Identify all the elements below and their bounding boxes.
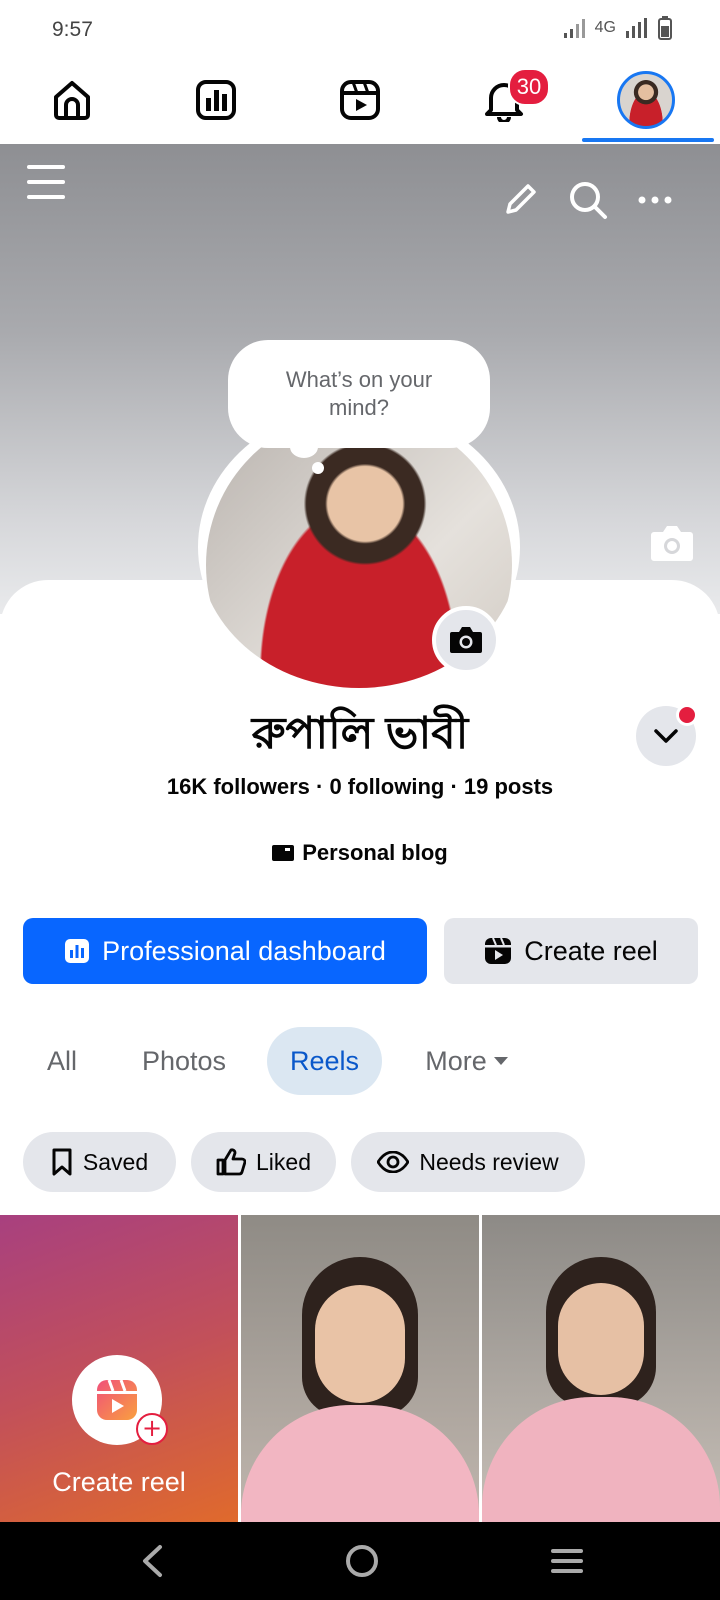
network-type: 4G: [594, 19, 616, 36]
reels-icon: [340, 80, 380, 120]
profile-avatar-small: [617, 71, 675, 129]
reel-thumbnail[interactable]: [241, 1215, 479, 1522]
recent-apps-icon: [551, 1549, 583, 1573]
thumbnail-top: [482, 1397, 720, 1522]
dashboard-icon: [65, 939, 90, 963]
tab-label: All: [46, 1045, 77, 1076]
tab-label: Reels: [289, 1045, 360, 1076]
home-circle-icon: [346, 1545, 378, 1577]
dashboard-tab[interactable]: [188, 72, 244, 128]
thumbs-up-icon: [216, 1148, 246, 1176]
tab-more[interactable]: More: [412, 1027, 522, 1095]
tab-photos[interactable]: Photos: [132, 1027, 236, 1095]
bubble-text: What’s on your mind?: [285, 367, 433, 420]
edit-button[interactable]: [502, 182, 538, 223]
reels-tab[interactable]: [332, 72, 388, 128]
menu-button[interactable]: [26, 162, 66, 207]
home-button[interactable]: [344, 1543, 380, 1584]
more-dots-icon: [638, 196, 672, 204]
search-button[interactable]: [568, 180, 608, 225]
profile-stats[interactable]: 16K followers · 0 following · 19 posts: [0, 774, 720, 800]
thumbnail-face: [315, 1285, 405, 1403]
chip-saved[interactable]: Saved: [23, 1132, 176, 1192]
bubble-tail-small: [312, 462, 324, 474]
chip-label: Needs review: [419, 1148, 559, 1175]
active-tab-indicator: [582, 138, 714, 142]
whats-on-your-mind-bubble[interactable]: What’s on your mind?: [228, 340, 490, 448]
chip-label: Saved: [82, 1148, 149, 1175]
profile-category: Personal blog: [0, 840, 720, 866]
back-button[interactable]: [140, 1544, 164, 1583]
battery-icon: [658, 16, 672, 40]
system-navigation-bar: [0, 1522, 720, 1600]
thumbnail-top: [241, 1405, 479, 1522]
chip-label: Liked: [256, 1148, 311, 1175]
bookmark-icon: [52, 1148, 72, 1176]
thumbnail-face: [558, 1283, 644, 1395]
search-icon: [570, 182, 607, 219]
reel-thumbnail[interactable]: [482, 1215, 720, 1522]
back-icon: [143, 1545, 162, 1577]
tab-label: Photos: [141, 1045, 227, 1076]
status-time: 9:57: [52, 18, 93, 41]
chip-liked[interactable]: Liked: [191, 1132, 336, 1192]
home-icon: [54, 81, 90, 120]
add-icon: +: [136, 1413, 168, 1445]
chip-needs-review[interactable]: Needs review: [351, 1132, 585, 1192]
profile-tab[interactable]: [616, 70, 676, 130]
create-reel-tile[interactable]: + Create reel: [0, 1215, 238, 1522]
tab-reels[interactable]: Reels: [267, 1027, 382, 1095]
notification-dot: [676, 704, 698, 726]
bubble-tail-large: [290, 436, 318, 458]
tab-label: More: [425, 1045, 487, 1076]
create-reel-circle: +: [72, 1355, 168, 1445]
top-navigation: [0, 56, 720, 146]
pencil-icon: [506, 184, 536, 214]
create-reel-button[interactable]: Create reel: [444, 918, 698, 984]
camera-icon: [450, 627, 482, 653]
eye-icon: [377, 1151, 410, 1173]
reels-icon: [97, 1379, 137, 1420]
dashboard-button-label: Professional dashboard: [102, 935, 386, 966]
edit-cover-button[interactable]: [650, 524, 694, 567]
camera-icon: [651, 526, 693, 561]
signal-icon: [563, 19, 585, 38]
tab-all[interactable]: All: [34, 1027, 90, 1095]
status-icons: 4G: [563, 16, 672, 40]
profile-switch-dropdown[interactable]: [636, 704, 698, 766]
signal-icon-2: [626, 18, 647, 38]
edit-profile-picture-button[interactable]: [432, 606, 500, 674]
home-tab[interactable]: [44, 72, 100, 128]
status-bar: 9:57 4G: [0, 0, 720, 56]
category-icon: [272, 845, 295, 861]
reels-icon: [485, 937, 512, 964]
chevron-down-icon: [654, 729, 678, 743]
profile-name: রুপালি ভাবী: [251, 709, 469, 758]
dashboard-icon: [196, 80, 236, 120]
recent-apps-button[interactable]: [550, 1548, 584, 1579]
notification-badge: 30: [508, 68, 550, 106]
more-options-button[interactable]: [638, 192, 672, 213]
caret-down-icon: [493, 1057, 508, 1065]
create-reel-label: Create reel: [524, 935, 658, 966]
hamburger-menu-icon: [27, 165, 65, 199]
professional-dashboard-button[interactable]: Professional dashboard: [23, 918, 427, 984]
create-reel-tile-label: Create reel: [52, 1467, 186, 1497]
category-label: Personal blog: [302, 840, 448, 865]
